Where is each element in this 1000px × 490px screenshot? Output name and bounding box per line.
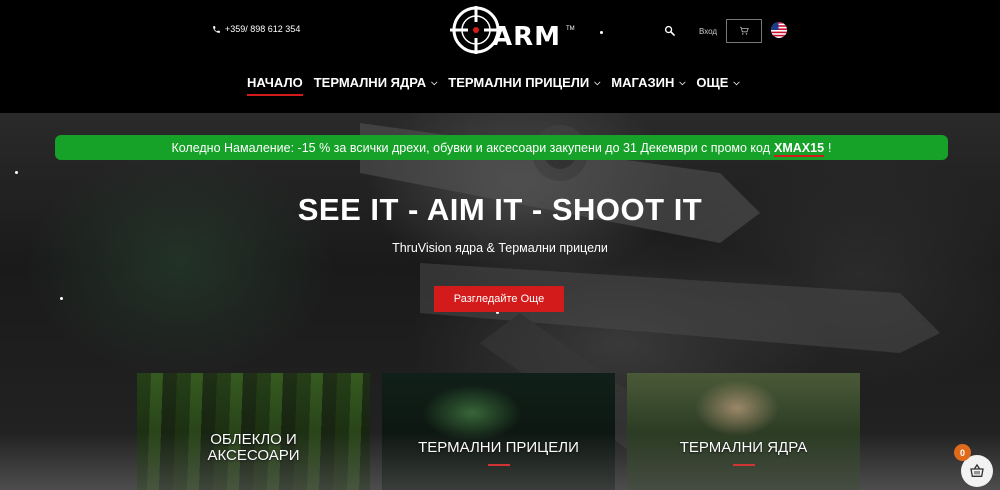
explore-more-button[interactable]: Разгледайте Още — [434, 286, 564, 312]
nav-item-thermal-scopes[interactable]: ТЕРМАЛНИ ПРИЦЕЛИ ⌵ — [448, 75, 600, 96]
decorative-dot — [15, 171, 18, 174]
nav-item-more[interactable]: ОЩЕ ⌵ — [696, 75, 739, 96]
site-header: +359/ 898 612 354 ARM TM Вход НАЧАЛО ТЕР… — [0, 0, 1000, 113]
nav-item-home[interactable]: НАЧАЛО — [247, 75, 303, 96]
nav-item-shop[interactable]: МАГАЗИН ⌵ — [611, 75, 685, 96]
chevron-down-icon: ⌵ — [431, 77, 438, 87]
phone-number: +359/ 898 612 354 — [225, 24, 301, 34]
nav-item-label: ОЩЕ — [696, 75, 729, 90]
chevron-down-icon: ⌵ — [679, 77, 686, 87]
card-title: ТЕРМАЛНИ ПРИЦЕЛИ — [418, 439, 579, 456]
category-card-thermal-scopes[interactable]: ТЕРМАЛНИ ПРИЦЕЛИ — [382, 373, 615, 490]
decorative-dot — [60, 297, 63, 300]
hero-subtitle: ThruVision ядра & Термални прицели — [392, 241, 608, 255]
basket-icon — [970, 463, 984, 477]
cart-icon — [739, 26, 749, 35]
login-link[interactable]: Вход — [699, 27, 717, 36]
promo-banner: Коледно Намаление: -15 % за всички дрехи… — [55, 135, 948, 160]
main-nav: НАЧАЛО ТЕРМАЛНИ ЯДРА ⌵ ТЕРМАЛНИ ПРИЦЕЛИ … — [247, 75, 740, 96]
nav-item-label: НАЧАЛО — [247, 75, 303, 90]
card-underline — [732, 464, 755, 466]
chevron-down-icon: ⌵ — [594, 77, 601, 87]
category-card-thermal-cores[interactable]: ТЕРМАЛНИ ЯДРА — [627, 373, 860, 490]
promo-code: XMAX15 — [774, 140, 825, 155]
search-icon[interactable] — [664, 25, 675, 36]
decorative-dot — [600, 31, 603, 34]
card-title-line2: АКСЕСОАРИ — [207, 447, 300, 464]
card-title-line1: ОБЛЕКЛО И — [210, 431, 297, 448]
phone-icon — [213, 25, 220, 33]
nav-item-label: МАГАЗИН — [611, 75, 675, 90]
nav-item-label: ТЕРМАЛНИ ПРИЦЕЛИ — [448, 75, 590, 90]
site-logo[interactable]: ARM TM — [450, 4, 575, 56]
card-underline — [487, 464, 510, 466]
cart-count-badge: 0 — [954, 444, 971, 461]
us-flag-icon[interactable] — [771, 22, 787, 38]
card-title: ТЕРМАЛНИ ЯДРА — [679, 439, 808, 456]
nav-item-thermal-cores[interactable]: ТЕРМАЛНИ ЯДРА ⌵ — [314, 75, 438, 96]
category-card-apparel[interactable]: ОБЛЕКЛО И АКСЕСОАРИ — [137, 373, 370, 490]
promo-text: Коледно Намаление: -15 % за всички дрехи… — [171, 140, 771, 155]
header-cart-button[interactable] — [726, 19, 762, 43]
promo-suffix: ! — [828, 140, 832, 155]
logo-wordmark: ARM — [492, 22, 562, 52]
chevron-down-icon: ⌵ — [733, 77, 740, 87]
nav-item-label: ТЕРМАЛНИ ЯДРА — [313, 75, 427, 90]
hero-title: SEE IT - AIM IT - SHOOT IT — [297, 192, 703, 227]
phone-link[interactable]: +359/ 898 612 354 — [212, 24, 300, 34]
logo-trademark: TM — [566, 26, 575, 32]
